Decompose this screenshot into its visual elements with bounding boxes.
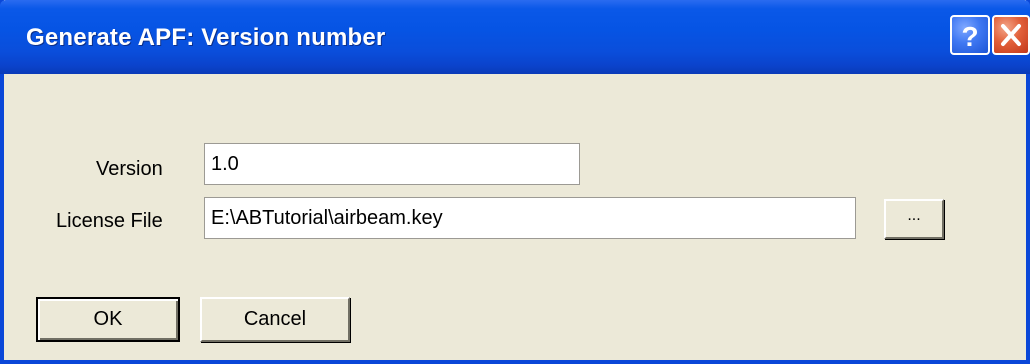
dialog-title: Generate APF: Version number xyxy=(26,24,386,51)
svg-text:?: ? xyxy=(961,21,978,52)
title-bar[interactable]: Generate APF: Version number ? xyxy=(0,0,1030,74)
close-x-icon xyxy=(1001,24,1021,46)
help-button[interactable]: ? xyxy=(950,15,990,55)
browse-button[interactable]: ... xyxy=(884,199,944,239)
license-file-label: License File xyxy=(56,210,163,232)
ok-button[interactable]: OK xyxy=(36,297,180,342)
version-input[interactable] xyxy=(204,143,580,185)
license-file-input[interactable] xyxy=(204,197,856,239)
question-mark-icon: ? xyxy=(961,21,978,52)
version-label: Version xyxy=(96,158,163,180)
dialog-window: Generate APF: Version number ? Version L… xyxy=(0,0,1030,364)
close-button[interactable] xyxy=(992,15,1030,55)
cancel-button[interactable]: Cancel xyxy=(200,297,350,342)
